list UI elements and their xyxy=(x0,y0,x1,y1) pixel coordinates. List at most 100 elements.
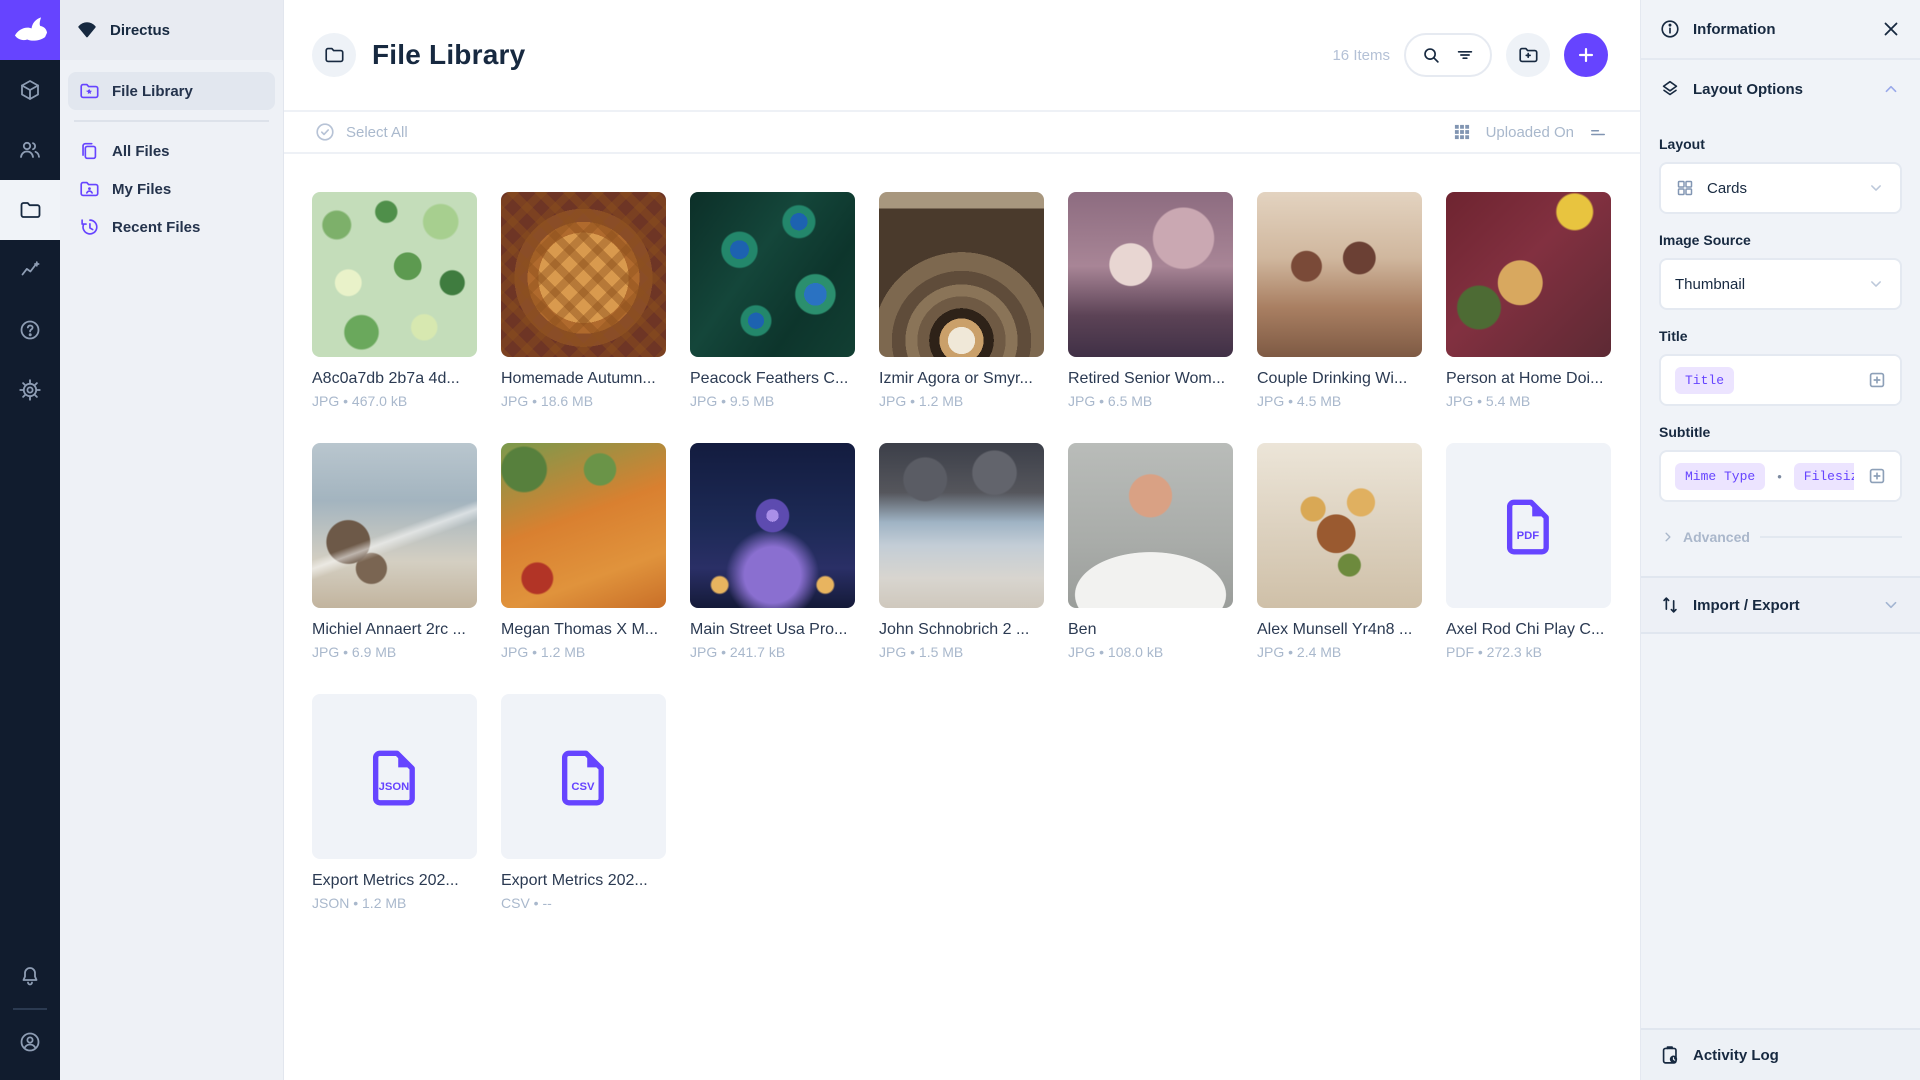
chevron-up-icon xyxy=(1880,78,1902,100)
module-account[interactable] xyxy=(0,1012,60,1072)
sidebar-header: Information xyxy=(1641,0,1920,60)
file-card[interactable]: Couple Drinking Wi...JPG • 4.5 MB xyxy=(1257,192,1422,409)
title-field-input[interactable]: Title xyxy=(1659,354,1902,406)
grid-size-icon[interactable] xyxy=(1452,122,1472,142)
import-export-label: Import / Export xyxy=(1693,597,1800,614)
directus-logo[interactable] xyxy=(0,0,60,60)
info-icon xyxy=(1659,18,1681,40)
search-icon[interactable] xyxy=(1420,44,1442,66)
layout-select[interactable]: Cards xyxy=(1659,162,1902,214)
main-content: File Library 16 Items Select All xyxy=(284,0,1640,1080)
module-notifications[interactable] xyxy=(0,946,60,1006)
file-meta: PDF • 272.3 kB xyxy=(1446,644,1611,660)
page-title: File Library xyxy=(372,39,525,71)
file-card[interactable]: John Schnobrich 2 ...JPG • 1.5 MB xyxy=(879,443,1044,660)
file-meta: CSV • -- xyxy=(501,895,666,911)
chevron-down-icon xyxy=(1866,178,1886,198)
activity-log-label: Activity Log xyxy=(1693,1047,1779,1064)
sort-field-label[interactable]: Uploaded On xyxy=(1486,124,1574,141)
file-title: A8c0a7db 2b7a 4d... xyxy=(312,370,477,388)
image-source-value: Thumbnail xyxy=(1675,276,1745,293)
divider xyxy=(13,1008,47,1010)
file-doc-thumbnail: CSV xyxy=(501,694,666,859)
file-title: Homemade Autumn... xyxy=(501,370,666,388)
nav-item-recent-files[interactable]: Recent Files xyxy=(68,208,275,246)
file-card[interactable]: Homemade Autumn...JPG • 18.6 MB xyxy=(501,192,666,409)
module-content[interactable] xyxy=(0,60,60,120)
file-card[interactable]: JSONExport Metrics 202...JSON • 1.2 MB xyxy=(312,694,477,911)
file-card[interactable]: PDFAxel Rod Chi Play C...PDF • 272.3 kB xyxy=(1446,443,1611,660)
module-insights[interactable] xyxy=(0,240,60,300)
file-image-thumbnail xyxy=(1257,443,1422,608)
file-doc-thumbnail: JSON xyxy=(312,694,477,859)
filter-icon[interactable] xyxy=(1454,44,1476,66)
file-meta: JPG • 1.2 MB xyxy=(879,393,1044,409)
subtitle-field-input[interactable]: Mime Type • Filesize xyxy=(1659,450,1902,502)
file-card[interactable]: Megan Thomas X M...JPG • 1.2 MB xyxy=(501,443,666,660)
file-card[interactable]: Michiel Annaert 2rc ...JPG • 6.9 MB xyxy=(312,443,477,660)
file-card[interactable]: Alex Munsell Yr4n8 ...JPG • 2.4 MB xyxy=(1257,443,1422,660)
file-image-thumbnail xyxy=(312,192,477,357)
file-card[interactable]: Izmir Agora or Smyr...JPG • 1.2 MB xyxy=(879,192,1044,409)
file-meta: JPG • 6.5 MB xyxy=(1068,393,1233,409)
bell-icon xyxy=(18,964,42,988)
layout-options-section[interactable]: Layout Options xyxy=(1641,60,1920,118)
nav-item-file-library[interactable]: File Library xyxy=(68,72,275,110)
file-title: Retired Senior Wom... xyxy=(1068,370,1233,388)
cube-icon xyxy=(18,78,42,102)
file-title: Axel Rod Chi Play C... xyxy=(1446,621,1611,639)
file-meta: JPG • 467.0 kB xyxy=(312,393,477,409)
file-card[interactable]: Retired Senior Wom... JPG • 6.5 MB xyxy=(1068,192,1233,409)
layout-options-content: Layout Cards Image Source Thumbnail Titl… xyxy=(1641,118,1920,546)
nav-item-all-files[interactable]: All Files xyxy=(68,132,275,170)
title-folder-button[interactable] xyxy=(312,33,356,77)
module-users[interactable] xyxy=(0,120,60,180)
file-image-thumbnail xyxy=(879,192,1044,357)
add-field-icon[interactable] xyxy=(1854,452,1900,500)
nav-list: File Library All FilesMy FilesRecent File… xyxy=(60,60,283,258)
close-icon[interactable] xyxy=(1880,18,1902,40)
file-card[interactable]: CSVExport Metrics 202...CSV • -- xyxy=(501,694,666,911)
activity-log-button[interactable]: Activity Log xyxy=(1641,1028,1920,1080)
file-card[interactable]: BenJPG • 108.0 kB xyxy=(1068,443,1233,660)
module-bar xyxy=(0,0,60,1080)
file-meta: JPG • 2.4 MB xyxy=(1257,644,1422,660)
file-card[interactable]: A8c0a7db 2b7a 4d... JPG • 467.0 kB xyxy=(312,192,477,409)
advanced-toggle[interactable]: Advanced xyxy=(1659,528,1902,546)
file-meta: JPG • 1.5 MB xyxy=(879,644,1044,660)
mime-type-chip[interactable]: Mime Type xyxy=(1675,463,1765,490)
project-switcher[interactable]: Directus xyxy=(60,0,283,60)
divider xyxy=(74,120,269,122)
svg-text:JSON: JSON xyxy=(378,780,409,792)
import-export-section[interactable]: Import / Export xyxy=(1641,576,1920,634)
layers-icon xyxy=(1659,78,1681,100)
file-card[interactable]: Main Street Usa Pro...JPG • 241.7 kB xyxy=(690,443,855,660)
file-image-thumbnail xyxy=(312,443,477,608)
file-card[interactable]: Peacock Feathers C...JPG • 9.5 MB xyxy=(690,192,855,409)
sort-direction-icon[interactable] xyxy=(1588,122,1608,142)
select-all-button[interactable]: Select All xyxy=(314,121,408,143)
title-chip[interactable]: Title xyxy=(1675,367,1734,394)
check-circle-icon xyxy=(314,121,336,143)
add-field-icon[interactable] xyxy=(1854,356,1900,404)
chip-separator: • xyxy=(1777,469,1782,484)
module-settings[interactable] xyxy=(0,360,60,420)
nav-item-my-files[interactable]: My Files xyxy=(68,170,275,208)
image-source-select[interactable]: Thumbnail xyxy=(1659,258,1902,310)
file-image-thumbnail xyxy=(1068,443,1233,608)
module-bar-items xyxy=(0,60,60,420)
create-folder-button[interactable] xyxy=(1506,33,1550,77)
module-files[interactable] xyxy=(0,180,60,240)
add-file-button[interactable] xyxy=(1564,33,1608,77)
swap-vert-icon xyxy=(1659,594,1681,616)
folder-icon xyxy=(18,198,42,222)
rabbit-icon xyxy=(11,11,49,49)
module-help[interactable] xyxy=(0,300,60,360)
file-card[interactable]: Person at Home Doi...JPG • 5.4 MB xyxy=(1446,192,1611,409)
file-meta: JPG • 1.2 MB xyxy=(501,644,666,660)
file-title: Ben xyxy=(1068,621,1233,639)
file-meta: JPG • 5.4 MB xyxy=(1446,393,1611,409)
svg-text:CSV: CSV xyxy=(571,780,595,792)
copy-icon xyxy=(78,140,100,162)
user-circle-icon xyxy=(18,1030,42,1054)
